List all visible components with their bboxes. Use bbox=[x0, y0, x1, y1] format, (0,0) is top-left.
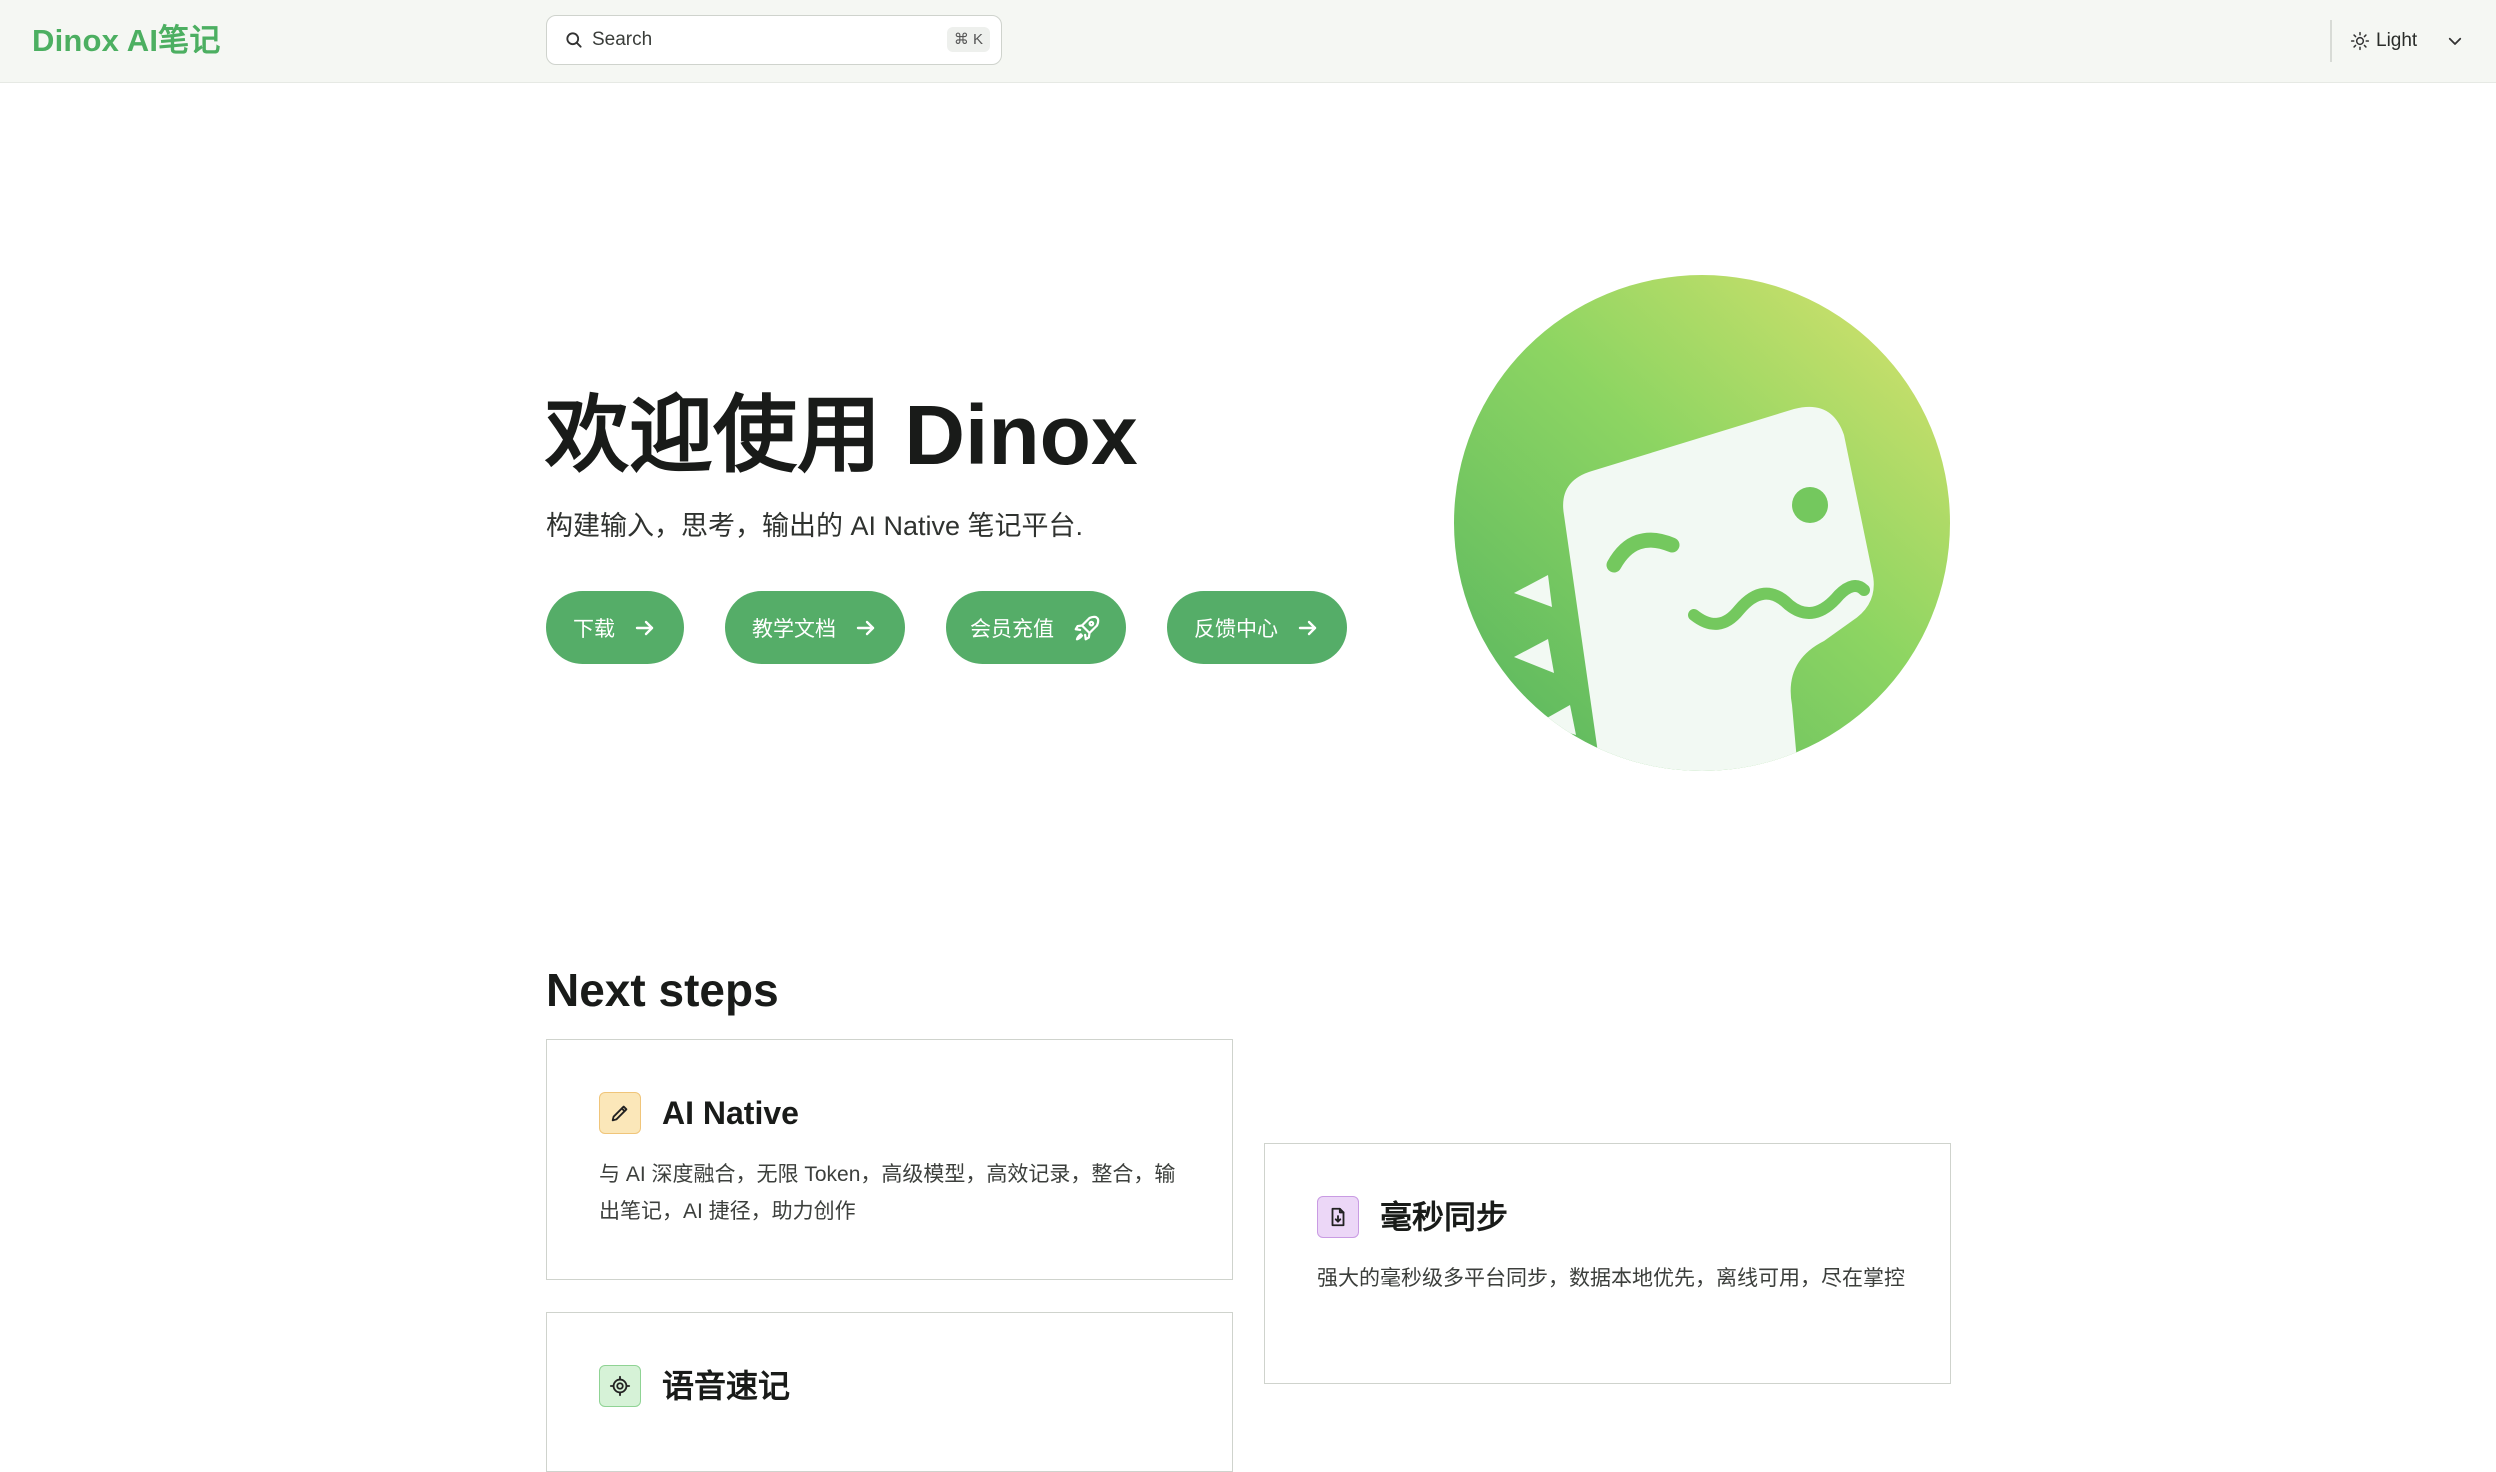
download-button-label: 下载 bbox=[573, 617, 615, 641]
feature-card-description: 强大的毫秒级多平台同步，数据本地优先，离线可用，尽在掌控 bbox=[1317, 1267, 1905, 1290]
feedback-button[interactable]: 反馈中心 bbox=[1167, 591, 1347, 664]
arrow-right-icon bbox=[1298, 620, 1317, 635]
hero-subtitle: 构建输入，思考，输出的 AI Native 笔记平台. bbox=[546, 511, 1084, 541]
search-placeholder: Search bbox=[592, 29, 653, 50]
feature-card-title: 语音速记 bbox=[662, 1368, 791, 1404]
rocket-icon bbox=[1074, 615, 1100, 640]
search-shortcut-badge: ⌘ K bbox=[946, 27, 990, 52]
feature-card-title: 毫秒同步 bbox=[1380, 1199, 1509, 1235]
next-steps-heading: Next steps bbox=[546, 964, 779, 1016]
membership-button-label: 会员充值 bbox=[970, 617, 1054, 641]
feature-card-description: 与 AI 深度融合，无限 Token，高级模型，高效记录，整合，输出笔记，AI … bbox=[599, 1163, 1176, 1223]
search-box[interactable]: Search ⌘ K bbox=[546, 15, 1002, 65]
docs-button-label: 教学文档 bbox=[752, 617, 836, 641]
arrow-right-icon bbox=[635, 620, 654, 635]
membership-button[interactable]: 会员充值 bbox=[946, 591, 1126, 664]
gear-icon bbox=[599, 1365, 641, 1407]
feature-card-ai-native[interactable]: AI Native 与 AI 深度融合，无限 Token，高级模型，高效记录，整… bbox=[546, 1039, 1233, 1280]
chevron-down-icon bbox=[2448, 37, 2462, 45]
dinosaur-mascot-icon bbox=[1454, 275, 1950, 771]
theme-label: Light bbox=[2376, 30, 2418, 51]
sun-icon bbox=[2350, 31, 2370, 51]
theme-switcher[interactable]: Light bbox=[2350, 20, 2470, 62]
document-icon bbox=[1317, 1196, 1359, 1238]
top-navigation-bar: Dinox AI笔记 Search ⌘ K Light bbox=[0, 0, 2496, 83]
site-logo[interactable]: Dinox AI笔记 bbox=[32, 0, 221, 82]
feature-card-sync[interactable]: 毫秒同步 强大的毫秒级多平台同步，数据本地优先，离线可用，尽在掌控 bbox=[1264, 1143, 1951, 1384]
search-icon bbox=[566, 32, 582, 48]
feature-card-voice-notes[interactable]: 语音速记 bbox=[546, 1312, 1233, 1472]
hero-title: 欢迎使用 Dinox bbox=[545, 388, 1138, 482]
feature-card-title: AI Native bbox=[662, 1095, 799, 1131]
feedback-button-label: 反馈中心 bbox=[1194, 617, 1278, 641]
download-button[interactable]: 下载 bbox=[546, 591, 684, 664]
arrow-right-icon bbox=[856, 620, 875, 635]
header-divider bbox=[2330, 20, 2332, 62]
pencil-icon bbox=[599, 1092, 641, 1134]
docs-button[interactable]: 教学文档 bbox=[725, 591, 905, 664]
